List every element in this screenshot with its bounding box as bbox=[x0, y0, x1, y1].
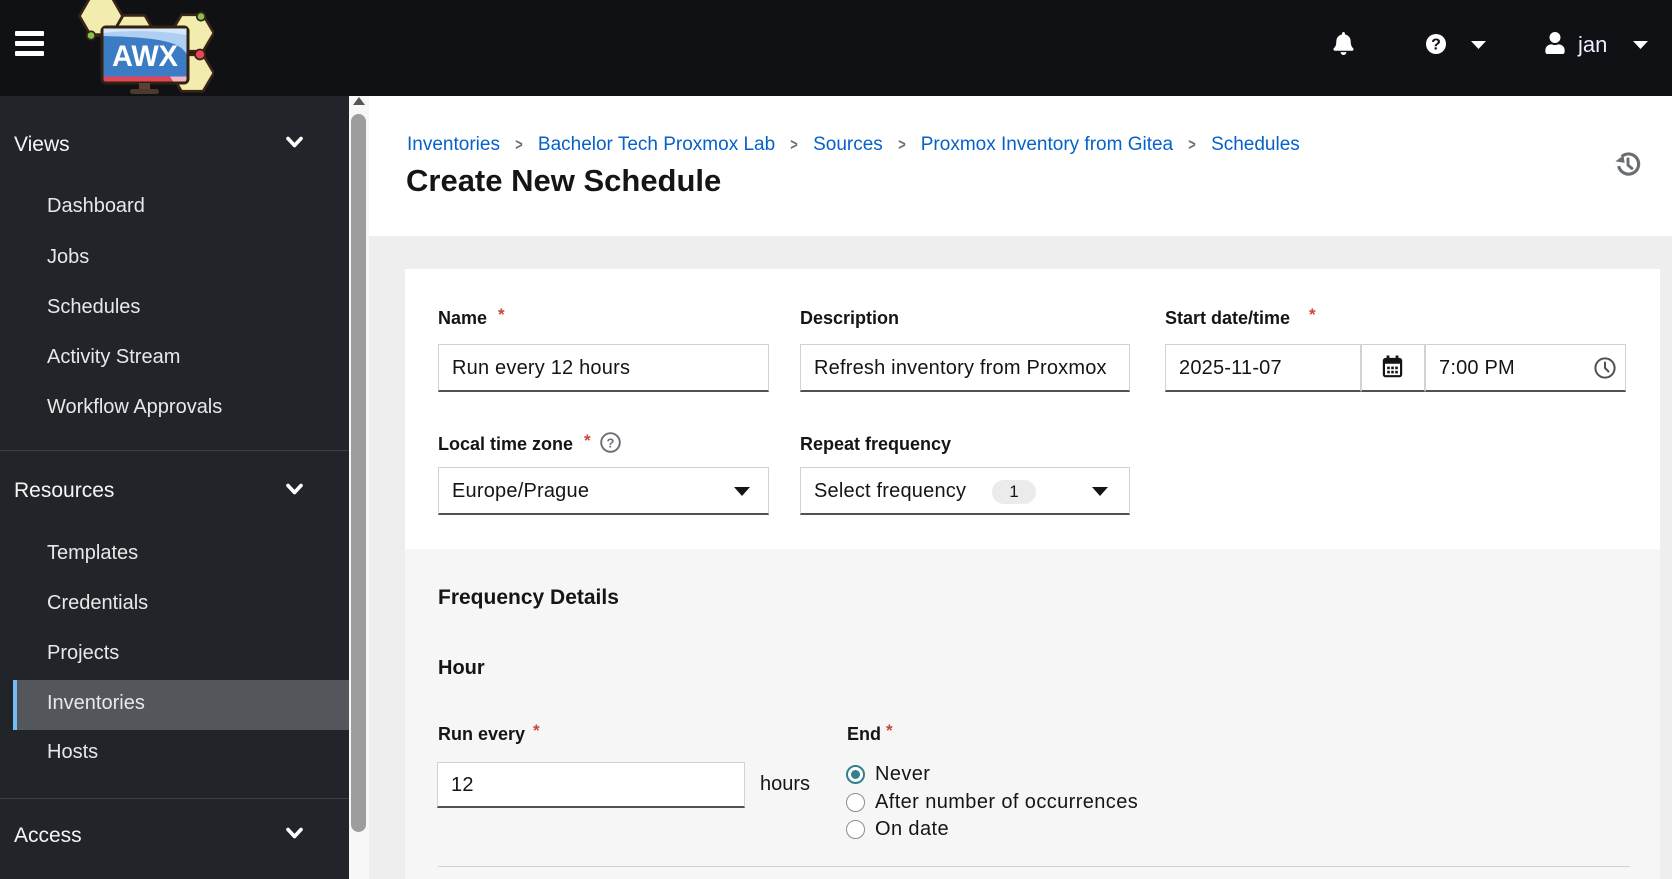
svg-text:?: ? bbox=[607, 435, 615, 450]
svg-text:AWX: AWX bbox=[112, 40, 178, 73]
svg-text:?: ? bbox=[1431, 37, 1441, 54]
